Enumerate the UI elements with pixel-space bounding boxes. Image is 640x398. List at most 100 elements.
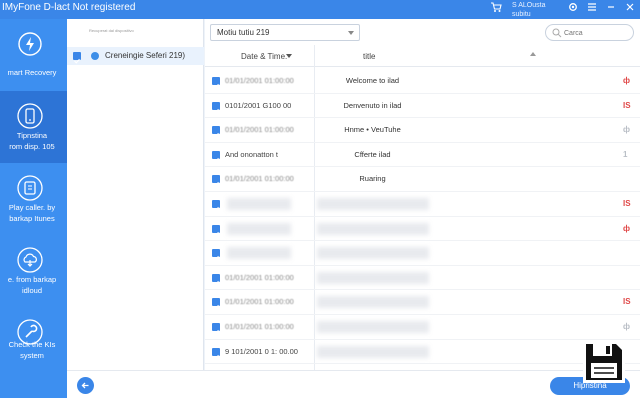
floppy-disk-icon — [583, 341, 625, 383]
sidebar-item-label-line1: e. from barkap — [7, 275, 57, 284]
row-title: Denvenuto in ilad — [343, 100, 402, 110]
row-status-mark: 1 — [623, 149, 628, 159]
row-checkbox[interactable] — [212, 77, 220, 89]
sidebar-item-device[interactable]: Tipnstina rom disp. 105 — [0, 91, 67, 163]
checkmark-icon — [213, 329, 219, 335]
row-checkbox[interactable] — [212, 150, 220, 163]
row-checkbox[interactable] — [212, 273, 220, 286]
row-checkbox[interactable] — [212, 101, 220, 114]
column-header-title[interactable]: title — [363, 52, 375, 61]
row-checkbox[interactable] — [212, 175, 220, 187]
row-status-mark: ф — [623, 125, 630, 135]
table-row[interactable]: 01/01/2001 01:00:00 — [205, 266, 640, 291]
sidebar-item-label-line1: Play caller. by — [8, 203, 56, 212]
checkmark-icon — [213, 108, 219, 114]
table-row[interactable]: And ononatton t Cfferte ilad 1 — [205, 143, 640, 168]
checkmark-icon — [213, 256, 219, 261]
account-status: subitu — [512, 11, 531, 18]
footer-bar: Hipristina — [67, 370, 640, 398]
checkmark-icon — [213, 354, 219, 360]
filter-dropdown[interactable]: Motiu tutiu 219 — [210, 24, 360, 41]
row-checkbox[interactable] — [212, 323, 220, 335]
gear-icon[interactable] — [567, 1, 579, 13]
account-info[interactable]: S ALOusta subitu — [512, 1, 545, 19]
minimize-icon[interactable] — [605, 1, 617, 13]
sidebar-item-fix-system[interactable]: Check the KIs system — [0, 307, 67, 379]
table-row[interactable]: 9 101/2001 0 1: 00.00 — [205, 340, 640, 365]
sidebar-item-label-line2: idloud — [21, 286, 43, 295]
back-button[interactable] — [77, 377, 94, 394]
category-checkbox[interactable] — [73, 52, 81, 64]
row-date: And ononatton t — [225, 149, 278, 159]
column-header-date[interactable]: Date & Time. — [241, 52, 287, 61]
table-header: Date & Time. title — [205, 45, 640, 67]
search-icon — [552, 28, 562, 38]
filter-value: Motiu tutiu 219 — [217, 28, 270, 37]
close-icon[interactable] — [624, 1, 636, 13]
sidebar-item-label-line2: rom disp. 105 — [9, 142, 55, 151]
sidebar-item-label-line1: Check the KIs — [8, 340, 56, 349]
row-status-mark: IS — [623, 297, 631, 307]
search-box[interactable] — [545, 24, 634, 41]
redacted-date — [227, 222, 291, 235]
row-title: Ruaring — [359, 174, 386, 184]
row-date: 01/01/2001 01:00:00 — [225, 174, 294, 184]
category-panel-header: Recuperat dal dispositivo — [67, 19, 204, 45]
table-row[interactable]: 01/01/2001 01:00:00 Hnme • VeuTuhe ф — [205, 118, 640, 143]
itunes-backup-icon — [17, 175, 43, 201]
icloud-download-icon — [17, 247, 43, 273]
redacted-date — [227, 198, 291, 210]
row-checkbox[interactable] — [212, 126, 220, 138]
sidebar: mart Recovery Tipnstina rom disp. 105 Pl… — [0, 19, 67, 398]
row-checkbox[interactable] — [212, 224, 220, 237]
table-row[interactable]: ф — [205, 217, 640, 242]
table-row[interactable] — [205, 241, 640, 266]
checkmark-icon — [213, 83, 219, 89]
category-label: Creneingie Seferi 219) — [105, 51, 186, 60]
checkmark-icon — [213, 133, 219, 138]
sort-down-icon[interactable] — [286, 54, 292, 58]
table-row[interactable]: 0101/2001 G100 00 Denvenuto in ilad IS — [205, 94, 640, 119]
row-checkbox[interactable] — [212, 249, 220, 261]
checkmark-icon — [213, 231, 219, 237]
category-panel-heading: Recuperat dal dispositivo — [89, 28, 134, 33]
row-checkbox[interactable] — [212, 298, 220, 310]
sidebar-item-itunes-backup[interactable]: Play caller. by barkap Itunes — [0, 163, 67, 235]
row-checkbox[interactable] — [212, 200, 220, 212]
table-row[interactable]: 01/01/2001 01:00:00 Ruaring — [205, 167, 640, 192]
sidebar-item-smart-recovery[interactable]: mart Recovery — [0, 19, 67, 91]
table-row[interactable]: 01/01/2001 01:00:00 ф — [205, 315, 640, 340]
row-checkbox[interactable] — [212, 347, 220, 360]
sidebar-item-label: mart Recovery — [7, 68, 57, 77]
arrow-left-icon — [81, 382, 89, 389]
table-row[interactable]: 01/01/2001 01:00:00 Welcome to ilad ф — [205, 69, 640, 94]
sidebar-item-icloud-backup[interactable]: e. from barkap idloud — [0, 235, 67, 307]
row-date: 01/01/2001 01:00:00 — [225, 322, 294, 331]
redacted-title — [317, 321, 429, 333]
redacted-title — [317, 198, 429, 210]
sort-up-icon[interactable] — [530, 52, 536, 56]
category-item[interactable]: Creneingie Seferi 219) — [67, 47, 204, 65]
menu-icon[interactable] — [586, 1, 598, 13]
row-title: Hnme • VeuTuhe — [344, 125, 401, 135]
sidebar-item-label-line2: system — [20, 351, 44, 360]
lightning-recovery-icon — [18, 32, 42, 56]
redacted-date — [227, 247, 291, 260]
redacted-title — [317, 345, 429, 358]
chevron-down-icon — [348, 31, 354, 35]
row-date: 01/01/2001 01:00:00 — [225, 272, 294, 282]
search-input[interactable] — [564, 27, 628, 39]
row-date: 01/01/2001 01:00:00 — [225, 76, 294, 85]
bookmark-list-panel: Motiu tutiu 219 Date & Time. title 01/01… — [205, 19, 640, 370]
table-row[interactable]: IS — [205, 192, 640, 217]
cart-icon[interactable] — [490, 1, 502, 13]
app-title: IMyFone D-lact Not registered — [2, 2, 136, 13]
table-row[interactable]: 01/01/2001 01:00:00 IS — [205, 290, 640, 315]
phone-icon — [17, 103, 43, 129]
redacted-title — [317, 222, 429, 235]
safari-icon — [91, 52, 99, 60]
checkmark-icon — [213, 157, 219, 163]
row-status-mark: ф — [623, 322, 630, 331]
row-date: 9 101/2001 0 1: 00.00 — [225, 346, 298, 356]
row-title: Cfferte ilad — [354, 149, 391, 159]
